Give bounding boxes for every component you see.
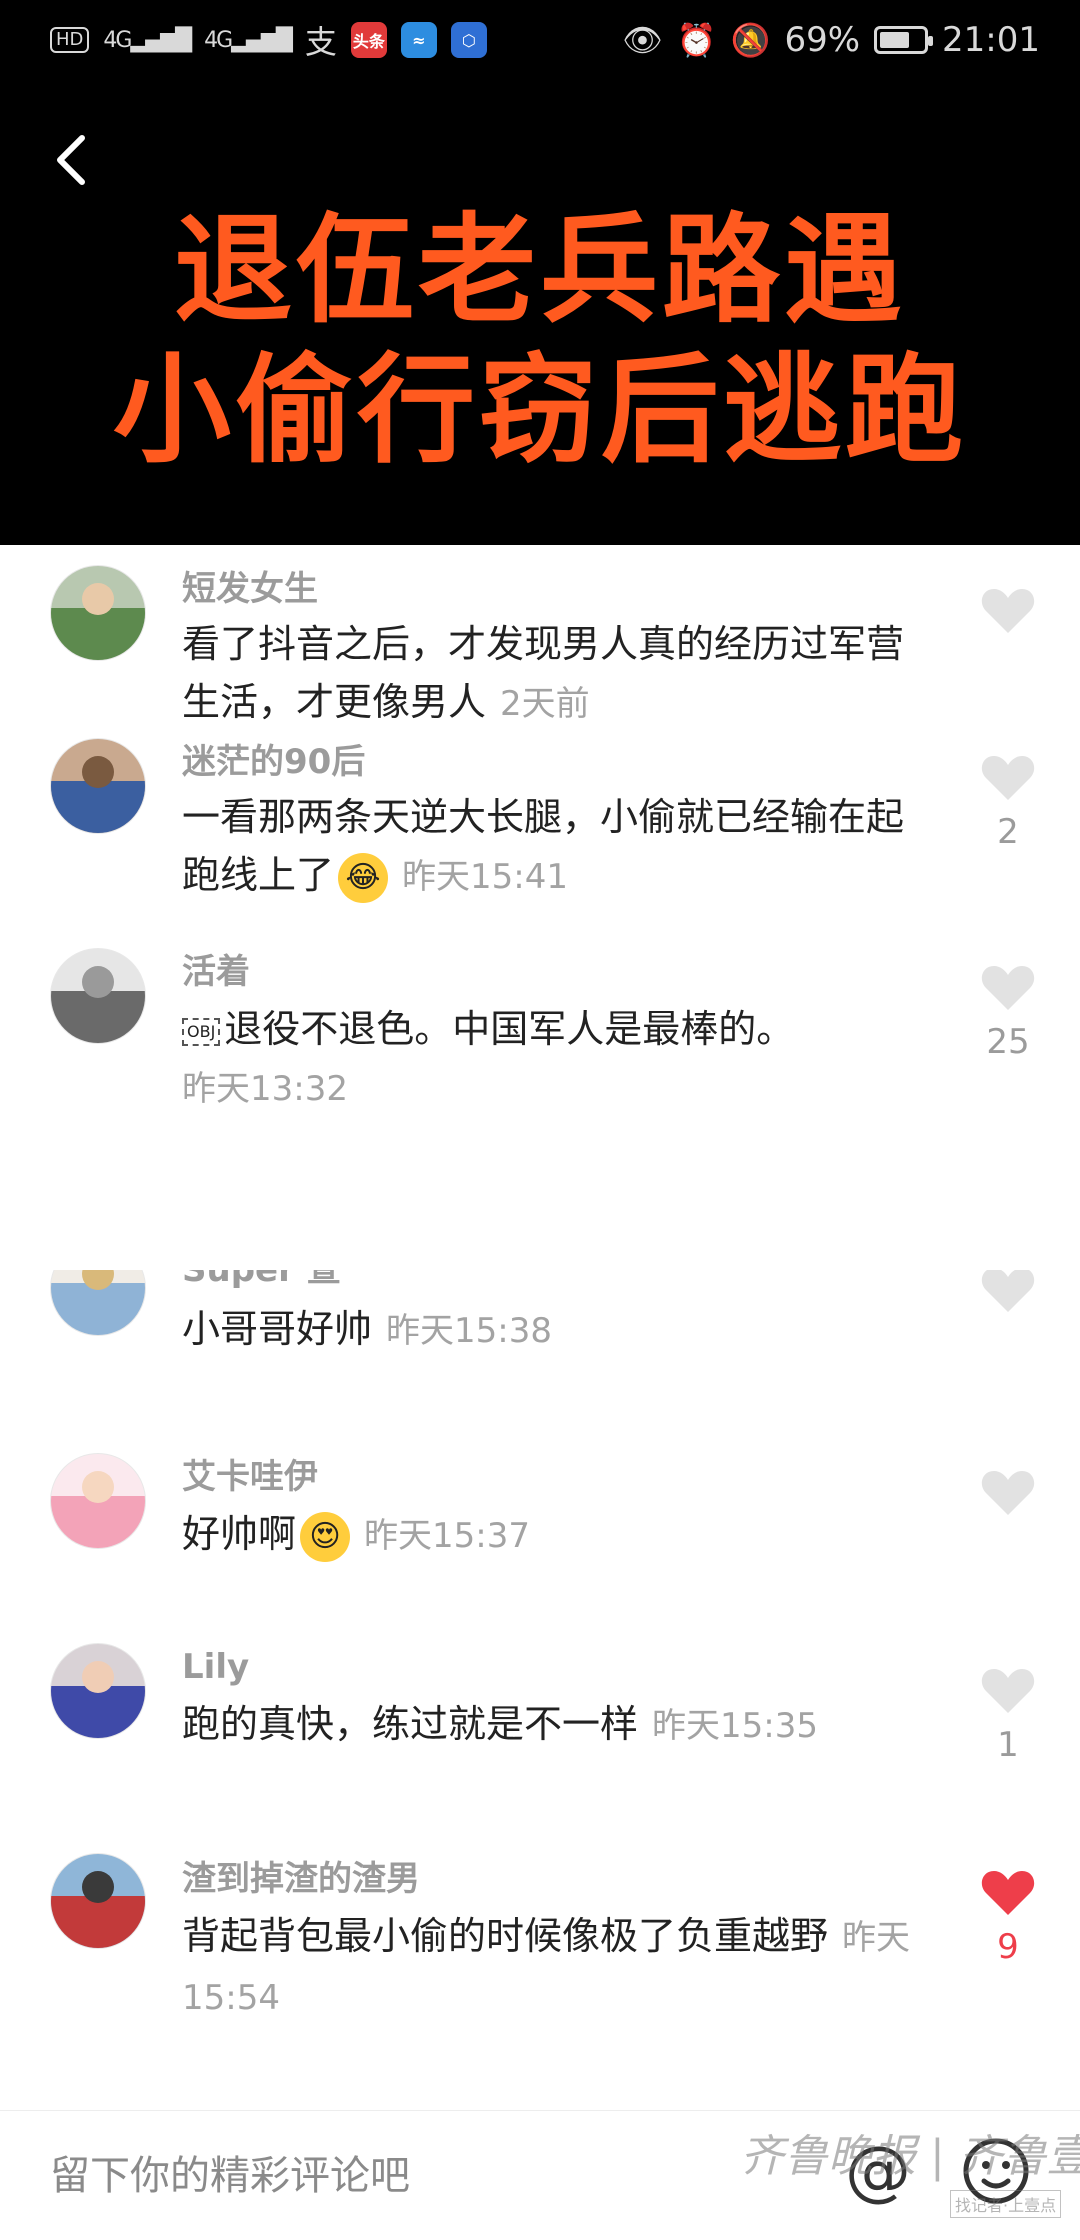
video-headline: 退伍老兵路遇 小偷行窃后逃跑 — [0, 200, 1080, 480]
heart-icon — [981, 589, 1035, 633]
comment-text: 跑的真快，练过就是不一样 昨天15:35 — [182, 1695, 922, 1755]
comment-body: 好帅啊 — [182, 1512, 297, 1556]
alarm-icon: ⏰ — [676, 21, 717, 59]
like-count: 2 — [997, 812, 1019, 852]
laughing-tears-emoji-icon: 😂 — [338, 852, 389, 903]
status-left: HD 4G▂▄▆█ 4G▂▄▆█ 支 头条 ≈ ⬡ — [50, 17, 487, 63]
comment-text: 好帅啊 😍 昨天15:37 — [182, 1505, 922, 1565]
avatar-face — [82, 1870, 114, 1903]
avatar-face — [82, 582, 114, 615]
avatar-face — [82, 1470, 114, 1503]
avatar-figure — [51, 991, 145, 1043]
network-type-1: 4G — [103, 27, 132, 53]
comment-text: 看了抖音之后，才发现男人真的经历过军营生活，才更像男人 2天前 — [182, 615, 922, 733]
avatar-figure — [51, 781, 145, 833]
comment-body: 小哥哥好帅 — [182, 1307, 373, 1351]
comment-text: 一看那两条天逆大长腿，小偷就已经输在起跑线上了 😂 昨天15:41 — [182, 788, 922, 906]
hd-badge: HD — [50, 27, 90, 53]
comment-body: 退役不退色。中国军人是最棒的。 — [224, 1007, 795, 1051]
comment-time: 昨天15:38 — [386, 1311, 552, 1351]
avatar[interactable] — [50, 948, 146, 1044]
comment-time: 昨天15:41 — [402, 857, 568, 897]
headline-line-2: 小偷行窃后逃跑 — [112, 341, 967, 479]
network-type-2: 4G — [204, 27, 233, 53]
app-wave-icon: ≈ — [400, 22, 437, 58]
heart-icon — [981, 1471, 1035, 1515]
heart-icon — [981, 756, 1035, 800]
headline-line-1: 退伍老兵路遇 — [173, 201, 906, 339]
comment-body: 背起背包最小偷的时候像极了负重越野 — [182, 1914, 829, 1958]
comment-time: 昨天15:35 — [652, 1706, 818, 1746]
avatar-figure — [51, 1283, 145, 1335]
status-bar: HD 4G▂▄▆█ 4G▂▄▆█ 支 头条 ≈ ⬡ 👁 ⏰ 🔕 69% 21:0… — [0, 0, 1080, 80]
video-area[interactable]: HD 4G▂▄▆█ 4G▂▄▆█ 支 头条 ≈ ⬡ 👁 ⏰ 🔕 69% 21:0… — [0, 0, 1080, 545]
comment-text: 背起背包最小偷的时候像极了负重越野 昨天15:54 — [182, 1907, 922, 2027]
status-right: 👁 ⏰ 🔕 69% 21:01 — [622, 20, 1040, 60]
comment-author[interactable]: 短发女生 — [182, 567, 318, 611]
like-button[interactable] — [980, 962, 1036, 1012]
avatar[interactable] — [50, 1453, 146, 1549]
signal-icon: 4G▂▄▆█ — [103, 27, 192, 53]
app-hex-icon: ⬡ — [450, 22, 487, 58]
avatar-figure — [51, 1686, 145, 1738]
avatar-face — [82, 965, 114, 998]
avatar-figure — [51, 608, 145, 660]
avatar[interactable] — [50, 1643, 146, 1739]
emoji-face-icon — [963, 2138, 1029, 2204]
avatar[interactable] — [50, 1853, 146, 1949]
comment-time: 2天前 — [500, 684, 590, 724]
like-count: 9 — [997, 1927, 1019, 1967]
comment-text: 小哥哥好帅 昨天15:38 — [182, 1300, 922, 1360]
like-button[interactable] — [980, 752, 1036, 802]
like-count: 1 — [997, 1725, 1019, 1765]
avatar[interactable] — [50, 565, 146, 661]
comment-item: Super 萱 小哥哥好帅 昨天15:38 — [0, 1270, 1080, 1425]
like-button[interactable] — [980, 1270, 1036, 1314]
alipay-icon: 支 — [304, 23, 337, 61]
comment-text: OBJ 退役不退色。中国军人是最棒的。昨天13:32 — [182, 1000, 942, 1118]
avatar-figure — [51, 1896, 145, 1948]
heart-icon — [981, 1270, 1035, 1312]
comment-input-bar: @ — [0, 2110, 1080, 2240]
battery-fill — [880, 32, 910, 48]
battery-percent: 69% — [784, 20, 861, 60]
comment-author[interactable]: Lily — [182, 1645, 249, 1689]
comments-sheet[interactable]: 短发女生 看了抖音之后，才发现男人真的经历过军营生活，才更像男人 2天前 迷茫的9… — [0, 545, 1080, 2110]
like-button[interactable] — [980, 585, 1036, 635]
comment-input[interactable] — [50, 2141, 810, 2211]
comment-author[interactable]: 迷茫的90后 — [182, 740, 365, 784]
heart-icon — [981, 1669, 1035, 1713]
comment-author[interactable]: 活着 — [182, 950, 250, 994]
avatar-face — [82, 1660, 114, 1693]
comment-time: 昨天15:37 — [364, 1516, 530, 1556]
like-button[interactable] — [980, 1867, 1036, 1917]
toutiao-icon: 头条 — [350, 22, 387, 58]
avatar[interactable] — [50, 1270, 146, 1336]
screen: HD 4G▂▄▆█ 4G▂▄▆█ 支 头条 ≈ ⬡ 👁 ⏰ 🔕 69% 21:0… — [0, 0, 1080, 2240]
emoji-button[interactable] — [960, 2135, 1032, 2207]
avatar-face — [82, 755, 114, 788]
avatar[interactable] — [50, 738, 146, 834]
clock: 21:01 — [942, 20, 1040, 60]
comment-author[interactable]: 渣到掉渣的渣男 — [182, 1857, 420, 1901]
avatar-figure — [51, 1496, 145, 1548]
mention-button[interactable]: @ — [840, 2131, 916, 2211]
comment-author[interactable]: 艾卡哇伊 — [182, 1455, 318, 1499]
heart-icon — [981, 966, 1035, 1010]
like-count: 25 — [986, 1022, 1030, 1062]
like-button[interactable] — [980, 1467, 1036, 1517]
back-arrow-icon — [57, 135, 85, 185]
heart-icon — [981, 1871, 1035, 1915]
like-button[interactable] — [980, 1665, 1036, 1715]
back-button[interactable] — [44, 130, 104, 190]
obj-placeholder: OBJ — [182, 1017, 221, 1046]
battery-icon — [874, 26, 934, 54]
comment-author[interactable]: Super 萱 — [182, 1270, 341, 1292]
signal-icon-2: 4G▂▄▆█ — [204, 27, 293, 53]
mute-bell-icon: 🔕 — [730, 21, 771, 59]
eye-icon: 👁 — [622, 21, 663, 59]
heart-eyes-emoji-icon: 😍 — [300, 1511, 351, 1562]
comment-time: 昨天13:32 — [182, 1069, 348, 1109]
comment-body: 跑的真快，练过就是不一样 — [182, 1702, 639, 1746]
